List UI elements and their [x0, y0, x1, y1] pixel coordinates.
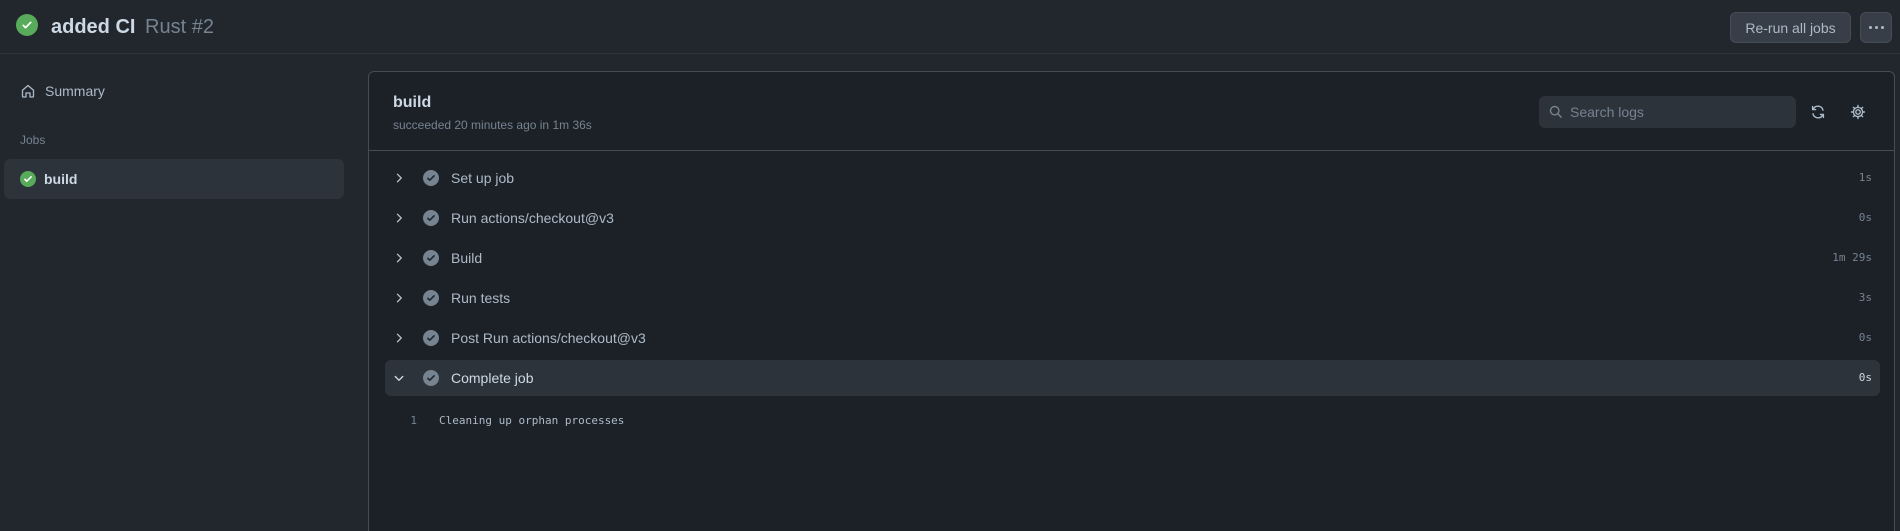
- run-name: added CI: [51, 16, 136, 38]
- jobs-heading: Jobs: [20, 133, 46, 147]
- steps-list: Set up job 1s Run actions/checkout@v3 0s…: [385, 160, 1880, 400]
- step-success-icon: [423, 370, 439, 386]
- success-check-icon: [20, 171, 36, 187]
- step-row[interactable]: Set up job 1s: [385, 160, 1880, 196]
- step-row[interactable]: Build 1m 29s: [385, 240, 1880, 276]
- run-title: added CI Rust #2: [51, 15, 214, 39]
- kebab-horizontal-icon: [1868, 26, 1884, 29]
- sidebar-item-build[interactable]: build: [4, 159, 344, 199]
- job-title: build: [393, 94, 432, 111]
- sidebar-item-label: Summary: [45, 83, 105, 99]
- step-duration: 0s: [1858, 211, 1872, 224]
- rerun-all-jobs-button[interactable]: Re-run all jobs: [1730, 12, 1851, 43]
- step-duration: 0s: [1858, 371, 1872, 384]
- step-duration: 1s: [1858, 171, 1872, 184]
- step-row[interactable]: Run tests 3s: [385, 280, 1880, 316]
- step-success-icon: [423, 210, 439, 226]
- step-success-icon: [423, 170, 439, 186]
- log-line-number[interactable]: 1: [385, 414, 417, 427]
- search-logs-input[interactable]: [1570, 97, 1790, 127]
- step-duration: 1m 29s: [1832, 251, 1872, 264]
- step-name: Set up job: [451, 170, 515, 186]
- step-success-icon: [423, 330, 439, 346]
- job-meta: succeeded 20 minutes ago in 1m 36s: [393, 118, 592, 132]
- step-duration: 0s: [1858, 331, 1872, 344]
- step-success-icon: [423, 290, 439, 306]
- step-name: Complete job: [451, 370, 534, 386]
- chevron-right-icon: [393, 292, 411, 304]
- search-icon: [1549, 105, 1562, 118]
- log-line: 1 Cleaning up orphan processes: [385, 410, 624, 430]
- job-header: build succeeded 20 minutes ago in 1m 36s: [369, 72, 1894, 151]
- search-logs-box[interactable]: [1539, 96, 1796, 128]
- run-header: added CI Rust #2 Re-run all jobs: [0, 0, 1900, 54]
- chevron-right-icon: [393, 252, 411, 264]
- gear-icon[interactable]: [1849, 103, 1867, 121]
- step-row[interactable]: Run actions/checkout@v3 0s: [385, 200, 1880, 236]
- workflow-name[interactable]: Rust #2: [145, 16, 214, 38]
- home-icon: [21, 84, 35, 98]
- chevron-down-icon: [393, 372, 411, 384]
- step-name: Run tests: [451, 290, 511, 306]
- chevron-right-icon: [393, 212, 411, 224]
- step-name: Run actions/checkout@v3: [451, 210, 614, 226]
- success-check-icon: [16, 14, 38, 36]
- chevron-right-icon: [393, 172, 411, 184]
- step-row[interactable]: Post Run actions/checkout@v3 0s: [385, 320, 1880, 356]
- step-duration: 3s: [1858, 291, 1872, 304]
- step-name: Build: [451, 250, 483, 266]
- more-options-button[interactable]: [1860, 12, 1892, 43]
- step-row-expanded[interactable]: Complete job 0s: [385, 360, 1880, 396]
- job-log-panel: build succeeded 20 minutes ago in 1m 36s: [368, 71, 1895, 531]
- log-line-text: Cleaning up orphan processes: [439, 413, 625, 427]
- refresh-icon[interactable]: [1809, 103, 1827, 121]
- sidebar-item-summary[interactable]: Summary: [4, 74, 344, 108]
- chevron-right-icon: [393, 332, 411, 344]
- sidebar-item-label: build: [44, 171, 78, 187]
- step-name: Post Run actions/checkout@v3: [451, 330, 646, 346]
- step-success-icon: [423, 250, 439, 266]
